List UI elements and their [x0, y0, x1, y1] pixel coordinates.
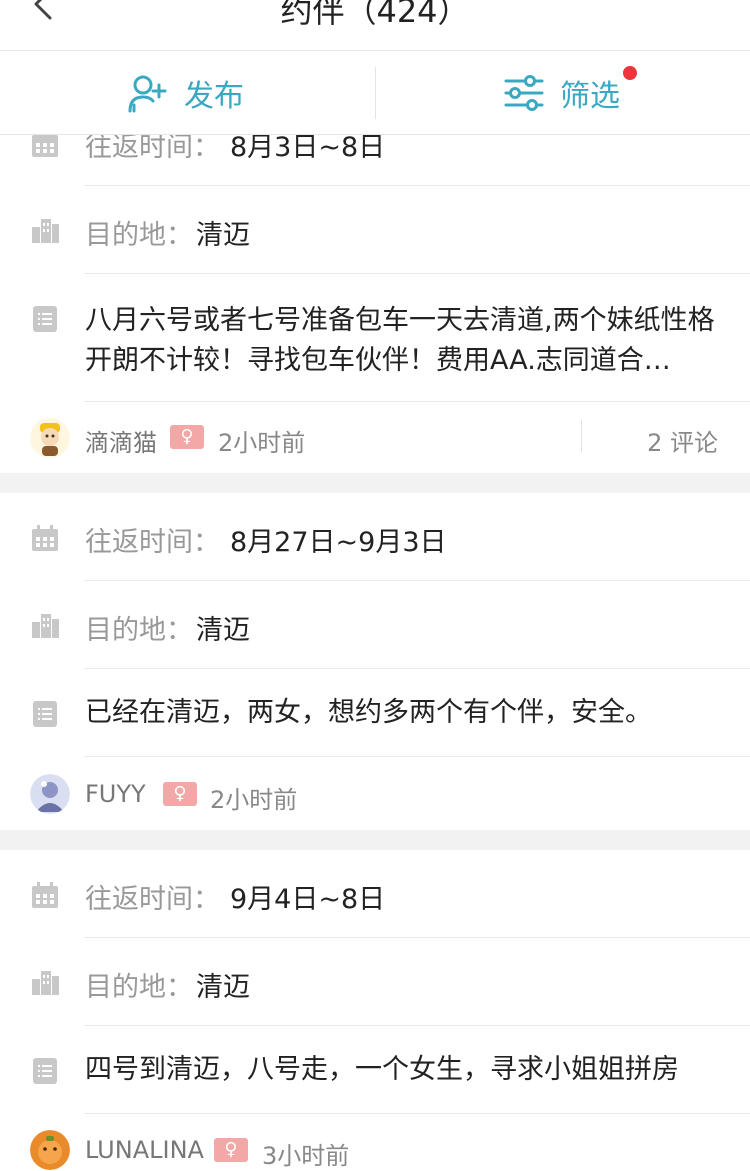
- buildings-icon: [32, 614, 59, 638]
- post-time: 2小时前: [218, 429, 306, 457]
- author-name[interactable]: 滴滴猫: [85, 423, 157, 458]
- destination-label: 目的地：: [85, 615, 193, 646]
- comments-count[interactable]: 2 评论: [647, 423, 718, 458]
- description-row: 四号到清迈，八号走，一个女生，寻求小姐姐拼房: [0, 1026, 750, 1114]
- page-title: 约伴（424）: [280, 0, 470, 30]
- buildings-icon: [32, 971, 59, 995]
- avatar[interactable]: [30, 774, 70, 814]
- post-description: 八月六号或者七号准备包车一天去清道,两个妹纸性格开朗不计较！寻找包车伙伴！费用A…: [85, 305, 715, 376]
- avatar[interactable]: [30, 1130, 70, 1170]
- destination-label: 目的地：: [85, 220, 193, 251]
- post-author-row: FUYY ♀ 2小时前: [0, 757, 750, 830]
- destination-row: 目的地： 清迈: [0, 581, 750, 669]
- description-row: 已经在清迈，两女，想约多两个有个伴，安全。: [0, 669, 750, 757]
- destination-label: 目的地：: [85, 972, 193, 1003]
- post-author-row: 滴滴猫 ♀ 2小时前 2 评论: [0, 402, 750, 473]
- post-description: 已经在清迈，两女，想约多两个有个伴，安全。: [85, 697, 652, 728]
- action-bar: 发布 筛选: [0, 51, 750, 135]
- post-author-row: LUNALINA ♀ 3小时前: [0, 1114, 750, 1171]
- add-user-icon: [128, 75, 167, 112]
- author-name[interactable]: LUNALINA: [85, 1136, 204, 1164]
- female-badge: ♀: [170, 425, 204, 449]
- post-card[interactable]: 往返时间： 8月3日~8日 目的地： 清迈 八月六号或者七号准备包车一天去清道,…: [0, 98, 750, 473]
- action-divider: [375, 67, 376, 119]
- filter-label: 筛选: [560, 78, 620, 114]
- dates-value: 8月27日~9月3日: [230, 527, 447, 558]
- female-badge: ♀: [163, 782, 197, 806]
- sliders-icon: [504, 74, 544, 111]
- note-icon: [33, 701, 57, 727]
- post-time: 2小时前: [210, 786, 298, 814]
- publish-label: 发布: [184, 78, 244, 114]
- post-card[interactable]: 往返时间： 8月27日~9月3日 目的地： 清迈 已经在清迈，两女，想约多两个有…: [0, 493, 750, 830]
- destination-value: 清迈: [196, 220, 250, 251]
- post-description: 四号到清迈，八号走，一个女生，寻求小姐姐拼房: [85, 1054, 679, 1085]
- note-icon: [33, 1058, 57, 1084]
- post-time: 3小时前: [262, 1142, 350, 1170]
- destination-row: 目的地： 清迈: [0, 186, 750, 274]
- female-badge: ♀: [214, 1138, 248, 1162]
- filter-button[interactable]: 筛选: [502, 51, 620, 134]
- dates-row: 往返时间： 8月27日~9月3日: [0, 493, 750, 581]
- destination-row: 目的地： 清迈: [0, 938, 750, 1026]
- publish-button[interactable]: 发布: [126, 51, 244, 134]
- dates-label: 往返时间：: [85, 527, 220, 558]
- calendar-icon: [32, 882, 58, 908]
- destination-value: 清迈: [196, 615, 250, 646]
- destination-value: 清迈: [196, 972, 250, 1003]
- buildings-icon: [32, 219, 59, 243]
- avatar[interactable]: [30, 418, 70, 458]
- description-row: 八月六号或者七号准备包车一天去清道,两个妹纸性格开朗不计较！寻找包车伙伴！费用A…: [0, 274, 750, 402]
- dates-label: 往返时间：: [85, 884, 220, 915]
- note-icon: [33, 306, 57, 332]
- post-card[interactable]: 往返时间： 9月4日~8日 目的地： 清迈 四号到清迈，八号走，一个女生，寻求小…: [0, 850, 750, 1171]
- dates-row: 往返时间： 9月4日~8日: [0, 850, 750, 938]
- nav-bar: 约伴（424）: [0, 0, 750, 51]
- calendar-icon: [32, 525, 58, 551]
- notification-dot: [623, 66, 637, 80]
- author-name[interactable]: FUYY: [85, 780, 146, 808]
- dates-value: 9月4日~8日: [230, 884, 386, 915]
